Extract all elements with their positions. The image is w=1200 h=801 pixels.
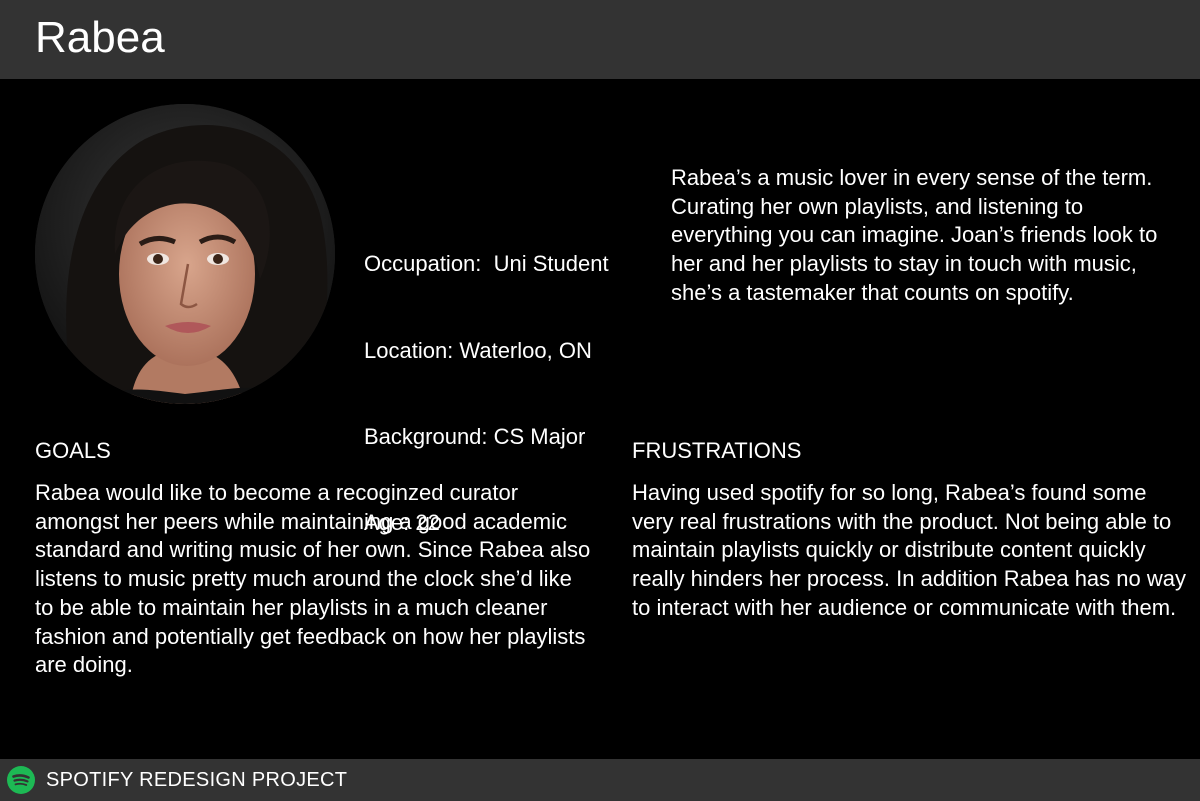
footer-bar: SPOTIFY REDESIGN PROJECT	[0, 759, 1200, 801]
goals-text: Rabea would like to become a recoginzed …	[35, 480, 591, 678]
project-label: SPOTIFY REDESIGN PROJECT	[46, 769, 348, 791]
location-text: Location: Waterloo, ON	[364, 337, 592, 363]
goals-heading: GOALS	[35, 438, 111, 463]
occupation-text: Occupation: Uni Student	[364, 251, 609, 277]
bio-text: Rabea’s a music lover in every sense of …	[671, 165, 1158, 305]
frustrations-heading: FRUSTRATIONS	[632, 438, 802, 463]
avatar	[35, 104, 335, 404]
portrait-photo	[35, 104, 335, 404]
frustrations-text: Having used spotify for so long, Rabea’s…	[632, 480, 1186, 620]
background-text: Background: CS Major	[364, 423, 586, 449]
page-title: Rabea	[35, 13, 165, 62]
header-bar: Rabea	[0, 0, 1200, 79]
spotify-logo-icon	[7, 766, 35, 794]
